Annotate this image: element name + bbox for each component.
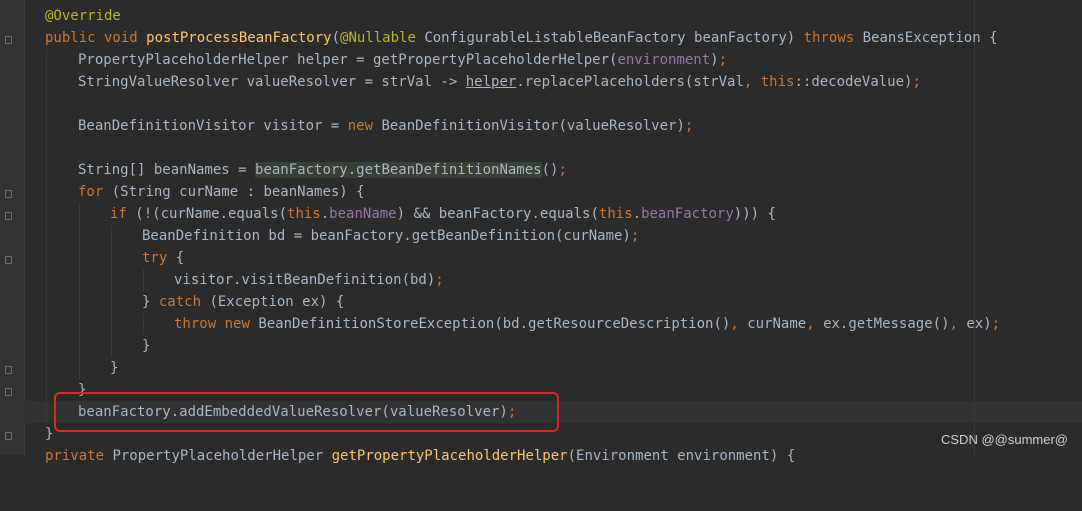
code-line <box>0 93 1082 115</box>
code-text: PropertyPlaceholderHelper helper = getPr… <box>78 52 728 68</box>
code-line: try { <box>0 247 1082 269</box>
code-line: } <box>0 335 1082 357</box>
code-line: } <box>0 357 1082 379</box>
code-line: BeanDefinitionVisitor visitor = new Bean… <box>0 115 1082 137</box>
code-line: throw new BeanDefinitionStoreException(b… <box>0 313 1082 335</box>
code-text: } <box>110 360 119 376</box>
code-text: } catch (Exception ex) { <box>142 294 345 310</box>
code-text: if (!(curName.equals(this.beanName) && b… <box>110 206 776 222</box>
code-line: if (!(curName.equals(this.beanName) && b… <box>0 203 1082 225</box>
code-line: public void postProcessBeanFactory(@Null… <box>0 27 1082 49</box>
code-line: private PropertyPlaceholderHelper getPro… <box>0 445 1082 467</box>
code-text: public void postProcessBeanFactory(@Null… <box>45 30 998 46</box>
code-line: StringValueResolver valueResolver = strV… <box>0 71 1082 93</box>
code-text: for (String curName : beanNames) { <box>78 184 365 200</box>
code-text: String[] beanNames = beanFactory.getBean… <box>78 162 567 178</box>
code-editor[interactable]: @Override public void postProcessBeanFac… <box>0 0 1082 464</box>
code-text: } <box>45 426 54 442</box>
code-text: } <box>142 338 151 354</box>
code-text: try { <box>142 250 185 266</box>
code-line: BeanDefinition bd = beanFactory.getBeanD… <box>0 225 1082 247</box>
code-line: visitor.visitBeanDefinition(bd); <box>0 269 1082 291</box>
code-text: BeanDefinitionVisitor visitor = new Bean… <box>78 118 694 134</box>
code-line: @Override <box>0 5 1082 27</box>
red-highlight-box <box>54 392 559 432</box>
code-line: String[] beanNames = beanFactory.getBean… <box>0 159 1082 181</box>
code-text: BeanDefinition bd = beanFactory.getBeanD… <box>142 228 640 244</box>
code-line <box>0 137 1082 159</box>
annotation-token: @Override <box>45 8 121 24</box>
code-text: throw new BeanDefinitionStoreException(b… <box>174 316 1001 332</box>
code-text: private PropertyPlaceholderHelper getPro… <box>45 448 796 464</box>
code-text: StringValueResolver valueResolver = strV… <box>78 74 921 90</box>
code-line: for (String curName : beanNames) { <box>0 181 1082 203</box>
code-line: PropertyPlaceholderHelper helper = getPr… <box>0 49 1082 71</box>
code-line: } catch (Exception ex) { <box>0 291 1082 313</box>
watermark-text: CSDN @@summer@ <box>941 432 1068 447</box>
usage-highlight: beanFactory.getBeanDefinitionNames <box>255 162 542 178</box>
code-area[interactable]: @Override public void postProcessBeanFac… <box>0 0 1082 464</box>
code-text: visitor.visitBeanDefinition(bd); <box>174 272 444 288</box>
